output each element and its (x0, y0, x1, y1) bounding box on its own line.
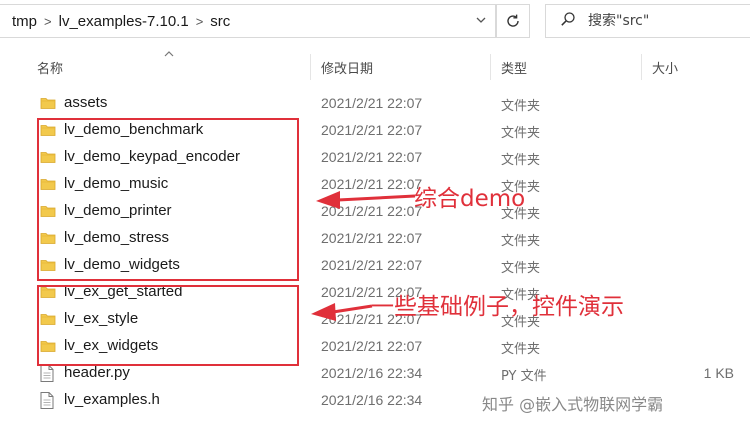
refresh-icon (507, 14, 519, 27)
file-name: lv_examples.h (64, 391, 160, 408)
sort-ascending-icon (164, 48, 174, 61)
column-name[interactable]: 名称 (37, 52, 63, 82)
watermark: 知乎 @嵌入式物联网学霸 (482, 395, 664, 414)
address-bar[interactable]: tmp > lv_examples-7.10.1 > src (0, 4, 496, 38)
column-divider[interactable] (641, 54, 642, 80)
column-divider[interactable] (310, 54, 311, 80)
column-divider[interactable] (490, 54, 491, 80)
examples-highlight-box (37, 285, 299, 366)
file-modified-date: 2021/2/21 22:07 (321, 95, 423, 111)
file-name: header.py (64, 364, 130, 381)
examples-annotation-label: 一些基础例子，控件演示 (371, 294, 624, 320)
file-type: 文件夹 (501, 261, 541, 276)
breadcrumb-tmp[interactable]: tmp (8, 13, 41, 30)
file-modified-date: 2021/2/16 22:34 (321, 365, 423, 381)
file-name: assets (64, 94, 108, 111)
file-modified-date: 2021/2/21 22:07 (321, 230, 423, 246)
column-header: 名称 修改日期 类型 大小 (0, 51, 750, 82)
chevron-right-icon: > (44, 13, 52, 29)
file-type: 文件夹 (501, 126, 541, 141)
search-icon (560, 11, 576, 32)
file-modified-date: 2021/2/21 22:07 (321, 176, 423, 192)
file-type: 文件夹 (501, 234, 541, 249)
address-bar-row: tmp > lv_examples-7.10.1 > src (0, 0, 750, 44)
file-type: 文件夹 (501, 153, 541, 168)
file-modified-date: 2021/2/21 22:07 (321, 338, 423, 354)
history-dropdown[interactable] (475, 14, 487, 29)
document-icon (40, 365, 54, 387)
file-modified-date: 2021/2/21 22:07 (321, 257, 423, 273)
file-type: 文件夹 (501, 99, 541, 114)
column-size[interactable]: 大小 (652, 52, 678, 82)
chevron-down-icon[interactable] (475, 14, 487, 26)
demo-annotation-label: 综合demo (414, 186, 526, 212)
file-modified-date: 2021/2/21 22:07 (321, 149, 423, 165)
breadcrumb-lv-examples[interactable]: lv_examples-7.10.1 (55, 13, 193, 30)
column-modified[interactable]: 修改日期 (321, 52, 373, 82)
search-box[interactable] (545, 4, 750, 38)
file-modified-date: 2021/2/21 22:07 (321, 122, 423, 138)
file-type: PY 文件 (501, 369, 547, 384)
file-modified-date: 2021/2/16 22:34 (321, 392, 423, 408)
file-modified-date: 2021/2/21 22:07 (321, 203, 423, 219)
refresh-button[interactable] (496, 4, 530, 38)
chevron-right-icon: > (195, 13, 204, 29)
folder-icon (40, 95, 56, 116)
column-type[interactable]: 类型 (501, 52, 527, 82)
demo-highlight-box (37, 118, 299, 281)
breadcrumb-src[interactable]: src (206, 13, 234, 30)
file-size: 1 KB (703, 365, 734, 381)
file-type: 文件夹 (501, 342, 541, 357)
document-icon (40, 392, 54, 414)
search-input[interactable] (588, 13, 738, 29)
list-item[interactable]: assets 2021/2/21 22:07 文件夹 (0, 90, 750, 117)
